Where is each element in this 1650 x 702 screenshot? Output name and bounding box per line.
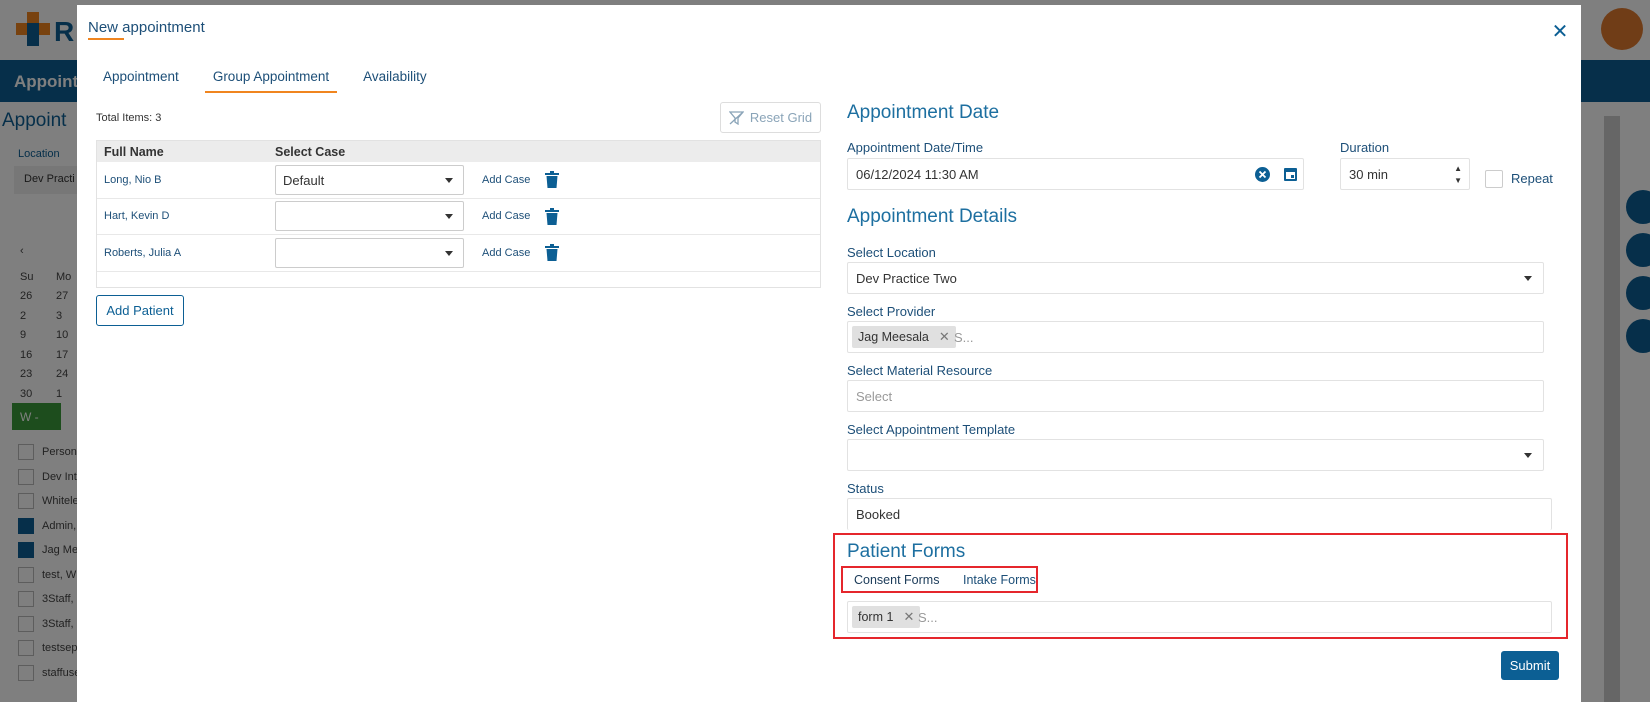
close-icon[interactable]: ✕ <box>1550 22 1570 42</box>
trash-icon[interactable] <box>545 171 559 189</box>
patient-name: Long, Nio B <box>104 173 162 186</box>
provider-placeholder: S... <box>954 330 974 345</box>
modal-tabs: Appointment Group Appointment Availabili… <box>95 59 453 93</box>
template-label: Select Appointment Template <box>847 422 1016 437</box>
form-chip: form 1 ✕ <box>852 606 921 628</box>
tab-consent-forms[interactable]: Consent Forms <box>854 573 939 587</box>
title-underline <box>88 38 124 40</box>
case-select[interactable] <box>275 237 464 268</box>
clear-icon[interactable] <box>1255 167 1270 182</box>
chevron-down-icon <box>1524 453 1532 458</box>
status-label: Status <box>847 481 884 496</box>
add-case-link[interactable]: Add Case <box>482 210 545 222</box>
close-icon[interactable]: ✕ <box>903 609 914 625</box>
duration-value: 30 min <box>1349 167 1389 182</box>
modal-title: New appointment <box>88 19 205 36</box>
provider-chip: Jag Meesala ✕ <box>852 326 956 348</box>
material-input[interactable]: Select <box>847 380 1544 412</box>
forms-multiselect[interactable]: form 1 ✕ S... <box>847 601 1552 633</box>
tab-appointment[interactable]: Appointment <box>95 59 187 93</box>
material-label: Select Material Resource <box>847 363 993 378</box>
form-chip-label: form 1 <box>858 610 894 624</box>
patient-name: Hart, Kevin D <box>104 210 170 223</box>
case-select[interactable]: Default <box>275 164 464 195</box>
new-appointment-modal: New appointment ✕ Appointment Group Appo… <box>77 5 1581 702</box>
tab-availability[interactable]: Availability <box>355 59 435 93</box>
grid-header: Full Name Select Case <box>97 141 820 162</box>
datetime-value: 06/12/2024 11:30 AM <box>856 167 979 182</box>
close-icon[interactable]: ✕ <box>939 329 950 345</box>
reset-grid-button[interactable]: Reset Grid <box>720 102 821 133</box>
provider-label: Select Provider <box>847 304 936 319</box>
forms-placeholder: S... <box>918 610 938 625</box>
trash-icon[interactable] <box>545 207 559 225</box>
datetime-label: Appointment Date/Time <box>847 140 984 155</box>
patients-grid: Full Name Select Case Long, Nio B Defaul… <box>96 140 821 288</box>
provider-multiselect[interactable]: Jag Meesala ✕ S... <box>847 321 1544 353</box>
chevron-down-icon <box>1524 276 1532 281</box>
table-row: Long, Nio B Default Add Case <box>97 162 820 199</box>
chevron-down-icon <box>445 250 453 256</box>
provider-chip-label: Jag Meesala <box>858 330 929 344</box>
appointment-date-title: Appointment Date <box>847 102 1000 123</box>
appointment-details-title: Appointment Details <box>847 206 1018 227</box>
table-row: Roberts, Julia A Add Case <box>97 235 820 272</box>
template-select[interactable] <box>847 439 1544 471</box>
location-select[interactable]: Dev Practice Two <box>847 262 1544 294</box>
status-field[interactable]: Booked <box>847 498 1552 530</box>
calendar-icon[interactable] <box>1284 167 1297 181</box>
duration-label: Duration <box>1340 140 1390 155</box>
submit-button[interactable]: Submit <box>1501 651 1559 680</box>
chevron-down-icon <box>445 177 453 183</box>
total-items: Total Items: 3 <box>96 112 162 124</box>
header-select-case[interactable]: Select Case <box>275 141 345 162</box>
spinner-icon[interactable]: ▲ ▼ <box>1454 163 1462 187</box>
patient-name: Roberts, Julia A <box>104 246 182 259</box>
datetime-input[interactable]: 06/12/2024 11:30 AM <box>847 158 1304 190</box>
duration-input[interactable]: 30 min ▲ ▼ <box>1340 158 1470 190</box>
add-case-link[interactable]: Add Case <box>482 247 545 259</box>
case-value: Default <box>283 172 325 188</box>
trash-icon[interactable] <box>545 244 559 262</box>
tab-group-appointment[interactable]: Group Appointment <box>204 59 338 93</box>
table-row: Hart, Kevin D Add Case <box>97 199 820 235</box>
material-placeholder: Select <box>856 389 893 404</box>
tab-intake-forms[interactable]: Intake Forms <box>963 573 1036 587</box>
patient-forms-title: Patient Forms <box>847 541 966 562</box>
chevron-down-icon <box>445 214 453 220</box>
repeat-label: Repeat <box>1511 171 1553 186</box>
header-full-name[interactable]: Full Name <box>97 141 275 162</box>
location-value: Dev Practice Two <box>856 271 957 286</box>
reset-grid-label: Reset Grid <box>749 110 813 125</box>
repeat-checkbox[interactable] <box>1485 170 1503 188</box>
add-patient-button[interactable]: Add Patient <box>96 295 184 326</box>
case-select[interactable] <box>275 201 464 232</box>
location-label: Select Location <box>847 245 936 260</box>
add-case-link[interactable]: Add Case <box>482 174 545 186</box>
status-value: Booked <box>856 507 901 522</box>
filter-clear-icon <box>728 110 744 125</box>
